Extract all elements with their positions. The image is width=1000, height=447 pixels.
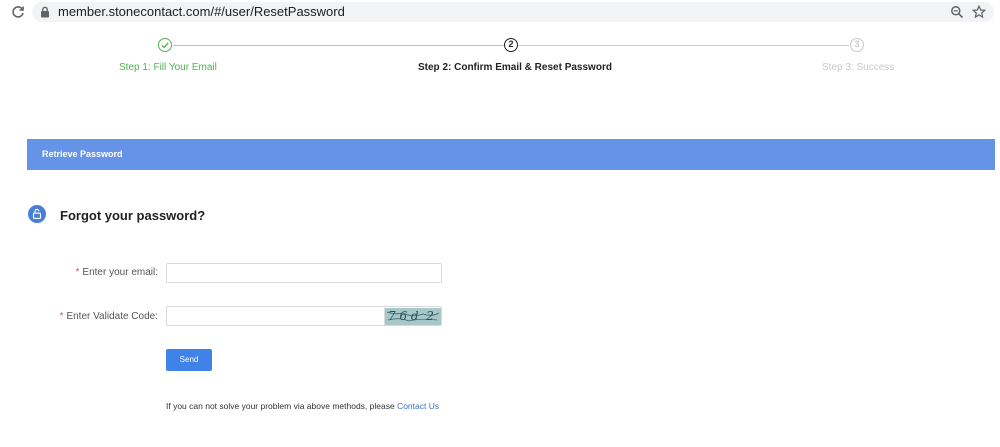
email-field[interactable] bbox=[166, 263, 442, 283]
page-title: Forgot your password? bbox=[60, 208, 206, 223]
step-1-label: Step 1: Fill Your Email bbox=[119, 62, 217, 73]
help-text: If you can not solve your problem via ab… bbox=[166, 401, 439, 411]
captcha-image[interactable]: 7 6 d 2 bbox=[384, 308, 441, 325]
required-mark: * bbox=[59, 311, 64, 322]
unlock-icon-glyph bbox=[32, 208, 42, 219]
browser-toolbar: member.stonecontact.com/#/user/ResetPass… bbox=[0, 0, 1000, 24]
contact-us-link[interactable]: Contact Us bbox=[397, 401, 439, 411]
panel-title: Retrieve Password bbox=[42, 149, 123, 159]
zoom-icon[interactable] bbox=[950, 5, 964, 19]
unlock-icon bbox=[28, 205, 46, 223]
step-2-indicator: 2 bbox=[504, 38, 518, 52]
step-3-label: Step 3: Success bbox=[822, 62, 895, 73]
help-message: If you can not solve your problem via ab… bbox=[166, 401, 398, 411]
retrieve-password-header: Retrieve Password bbox=[27, 139, 995, 170]
lock-icon[interactable] bbox=[39, 6, 51, 18]
star-icon[interactable] bbox=[972, 5, 986, 19]
reload-icon[interactable] bbox=[11, 5, 25, 19]
send-button[interactable]: Send bbox=[166, 349, 212, 371]
captcha-text: 7 6 d 2 bbox=[388, 309, 434, 323]
step-connector bbox=[518, 45, 849, 46]
validate-code-label: * Enter Validate Code: bbox=[8, 311, 158, 322]
step-2-label: Step 2: Confirm Email & Reset Password bbox=[418, 62, 612, 73]
url-text[interactable]: member.stonecontact.com/#/user/ResetPass… bbox=[58, 4, 345, 20]
required-mark: * bbox=[75, 267, 80, 278]
validate-code-label-text: Enter Validate Code: bbox=[66, 311, 158, 322]
email-label: * Enter your email: bbox=[8, 267, 159, 278]
address-bar[interactable]: member.stonecontact.com/#/user/ResetPass… bbox=[32, 2, 994, 22]
check-icon bbox=[161, 41, 169, 48]
email-label-text: Enter your email: bbox=[82, 267, 158, 278]
step-3-indicator: 3 bbox=[850, 38, 864, 52]
step-1-indicator bbox=[158, 38, 172, 52]
step-connector bbox=[173, 45, 504, 46]
